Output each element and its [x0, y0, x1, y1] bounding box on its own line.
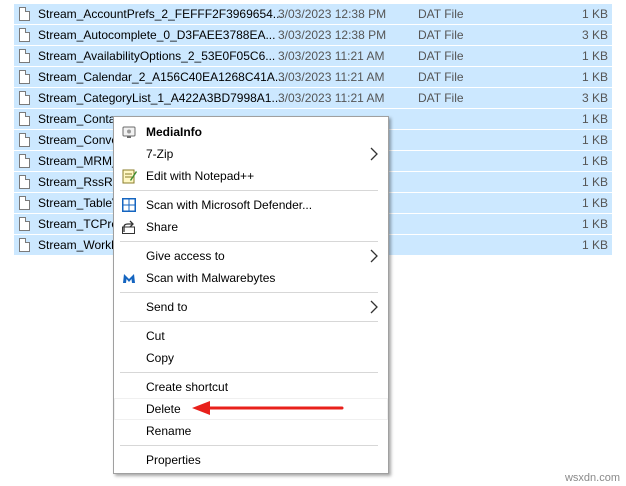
file-name: Stream_TCPre — [38, 217, 119, 231]
menu-item-share[interactable]: Share — [114, 216, 388, 238]
malwarebytes-icon — [123, 274, 135, 283]
dat-file-icon — [19, 91, 30, 105]
dat-file-icon — [19, 217, 30, 231]
file-size: 1 KB — [581, 154, 608, 168]
file-row[interactable]: Stream_Autocomplete_0_D3FAEE3788EA... 3/… — [14, 25, 612, 46]
menu-label: Properties — [146, 453, 201, 467]
notepadpp-icon — [122, 169, 137, 184]
file-size: 1 KB — [581, 217, 608, 231]
menu-separator — [120, 190, 378, 191]
file-row[interactable]: Stream_Calendar_2_A156C40EA1268C41A... 3… — [14, 67, 612, 88]
watermark: wsxdn.com — [564, 472, 620, 484]
file-name: Stream_Autocomplete_0_D3FAEE3788EA... — [38, 28, 276, 42]
file-date: 3/03/2023 11:21 AM — [278, 49, 385, 63]
file-name: Stream_AvailabilityOptions_2_53E0F05C6..… — [38, 49, 276, 63]
menu-separator — [120, 321, 378, 322]
chevron-right-icon — [370, 249, 378, 263]
menu-item-defender[interactable]: Scan with Microsoft Defender... — [114, 194, 388, 216]
file-name: Stream_TableV — [38, 196, 121, 210]
menu-separator — [120, 445, 378, 446]
file-type: DAT File — [418, 7, 464, 21]
dat-file-icon — [19, 154, 30, 168]
file-row[interactable]: Stream_AvailabilityOptions_2_53E0F05C6..… — [14, 46, 612, 67]
dat-file-icon — [19, 28, 30, 42]
menu-label: Share — [146, 220, 179, 234]
red-arrow-icon — [192, 401, 344, 415]
file-size: 1 KB — [581, 49, 608, 63]
menu-label: Create shortcut — [146, 380, 229, 394]
dat-file-icon — [19, 70, 30, 84]
menu-label: Delete — [146, 402, 181, 416]
menu-label: Scan with Microsoft Defender... — [146, 198, 313, 212]
file-type: DAT File — [418, 28, 464, 42]
file-size: 1 KB — [581, 70, 608, 84]
menu-item-copy[interactable]: Copy — [114, 347, 388, 369]
file-name: Stream_Conve — [38, 133, 119, 147]
context-menu: MediaInfo 7-Zip Edit with Notepad++ Scan… — [113, 116, 389, 474]
menu-label: Send to — [146, 300, 188, 314]
file-date: 3/03/2023 11:21 AM — [278, 91, 385, 105]
menu-item-7zip[interactable]: 7-Zip — [114, 143, 388, 165]
file-type: DAT File — [418, 70, 464, 84]
menu-item-create-shortcut[interactable]: Create shortcut — [114, 376, 388, 398]
file-size: 1 KB — [581, 238, 608, 252]
defender-shield-icon — [122, 198, 136, 212]
file-row[interactable]: Stream_AccountPrefs_2_FEFFF2F3969654... … — [14, 4, 612, 25]
file-size: 1 KB — [581, 7, 608, 21]
file-name: Stream_Conta — [38, 112, 116, 126]
menu-separator — [120, 241, 378, 242]
dat-file-icon — [19, 196, 30, 210]
file-size: 3 KB — [581, 28, 608, 42]
menu-separator — [120, 372, 378, 373]
menu-item-cut[interactable]: Cut — [114, 325, 388, 347]
file-size: 1 KB — [581, 196, 608, 210]
dat-file-icon — [19, 49, 30, 63]
menu-item-notepadpp[interactable]: Edit with Notepad++ — [114, 165, 388, 187]
file-row[interactable]: Stream_CategoryList_1_A422A3BD7998A1... … — [14, 88, 612, 109]
mediainfo-icon — [122, 126, 136, 138]
file-name: Stream_Workh — [38, 238, 118, 252]
chevron-right-icon — [370, 147, 378, 161]
menu-label: MediaInfo — [146, 125, 202, 139]
menu-label: Give access to — [146, 249, 225, 263]
file-name: Stream_AccountPrefs_2_FEFFF2F3969654... — [38, 7, 283, 21]
menu-item-send-to[interactable]: Send to — [114, 296, 388, 318]
chevron-right-icon — [370, 300, 378, 314]
dat-file-icon — [19, 133, 30, 147]
dat-file-icon — [19, 238, 30, 252]
menu-item-mediainfo[interactable]: MediaInfo — [114, 121, 388, 143]
menu-label: 7-Zip — [146, 147, 174, 161]
dat-file-icon — [19, 175, 30, 189]
dat-file-icon — [19, 7, 30, 21]
file-size: 1 KB — [581, 175, 608, 189]
menu-label: Edit with Notepad++ — [146, 169, 255, 183]
menu-item-properties[interactable]: Properties — [114, 449, 388, 471]
file-name: Stream_CategoryList_1_A422A3BD7998A1... — [38, 91, 282, 105]
menu-label: Copy — [146, 351, 175, 365]
file-name: Stream_RssRu — [38, 175, 120, 189]
file-date: 3/03/2023 11:21 AM — [278, 70, 385, 84]
file-type: DAT File — [418, 91, 464, 105]
menu-item-malwarebytes[interactable]: Scan with Malwarebytes — [114, 267, 388, 289]
menu-label: Rename — [146, 424, 192, 438]
menu-label: Scan with Malwarebytes — [146, 271, 276, 285]
menu-label: Cut — [146, 329, 165, 343]
file-type: DAT File — [418, 49, 464, 63]
dat-file-icon — [19, 112, 30, 126]
file-date: 3/03/2023 12:38 PM — [278, 28, 387, 42]
file-size: 1 KB — [581, 112, 608, 126]
file-name: Stream_Calendar_2_A156C40EA1268C41A... — [38, 70, 285, 84]
menu-separator — [120, 292, 378, 293]
file-size: 3 KB — [581, 91, 608, 105]
menu-item-rename[interactable]: Rename — [114, 420, 388, 442]
file-size: 1 KB — [581, 133, 608, 147]
share-icon — [122, 220, 135, 234]
menu-item-give-access[interactable]: Give access to — [114, 245, 388, 267]
file-name: Stream_MRM_ — [38, 154, 119, 168]
file-date: 3/03/2023 12:38 PM — [278, 7, 387, 21]
